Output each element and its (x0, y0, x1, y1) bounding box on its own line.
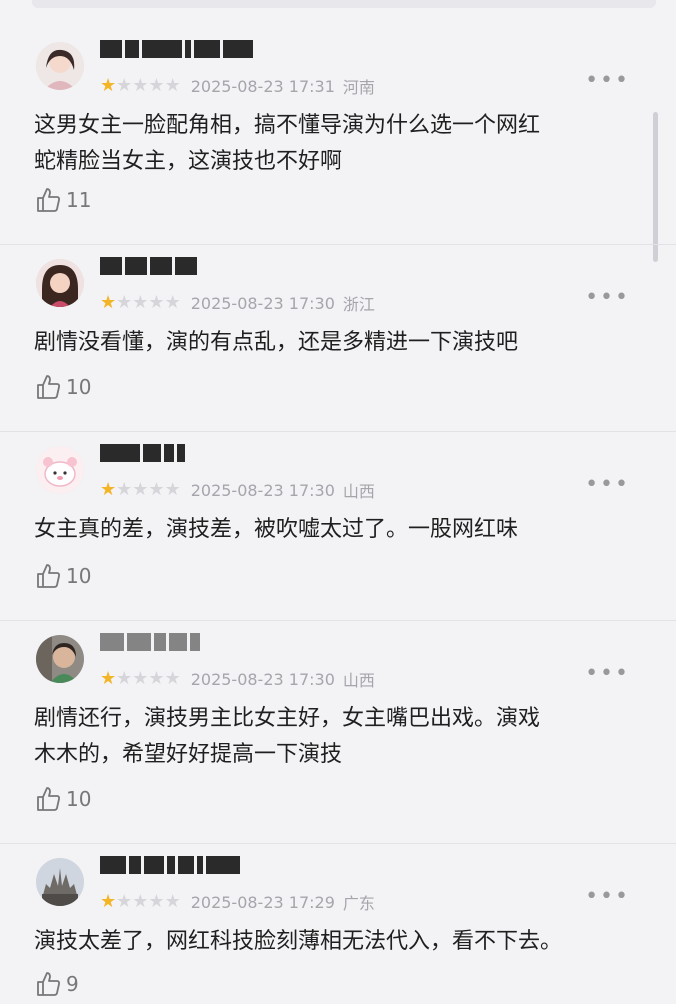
more-dots-icon[interactable]: ••• (585, 68, 630, 93)
rating-stars: ★ ★ ★ ★ ★ (100, 670, 181, 688)
more-dots-icon[interactable]: ••• (585, 884, 630, 909)
star-icon: ★ (116, 668, 133, 689)
like-count: 9 (66, 972, 79, 996)
username-redacted[interactable] (100, 856, 280, 878)
comment-meta: ★ ★ ★ ★ ★ 2025-08-23 17:29 广东 (100, 890, 375, 914)
more-dots-icon[interactable]: ••• (585, 285, 630, 310)
region: 山西 (342, 671, 375, 690)
star-icon: ★ (100, 75, 117, 96)
avatar[interactable] (36, 858, 84, 906)
star-icon: ★ (148, 891, 165, 912)
username-redacted[interactable] (100, 40, 280, 62)
comment-text-line: 剧情还行，演技男主比女主好，女主嘴巴出戏。演戏 (34, 706, 541, 731)
username-redacted[interactable] (100, 257, 280, 279)
comment-text: 这男女主一脸配角相，搞不懂导演为什么选一个网红 蛇精脸当女主，这演技也不好啊 (34, 108, 644, 180)
star-icon: ★ (148, 292, 165, 313)
like-button[interactable]: 10 (34, 562, 91, 590)
timestamp: 2025-08-23 17:30 (190, 480, 335, 500)
star-icon: ★ (148, 75, 165, 96)
top-bar (32, 0, 656, 8)
star-icon: ★ (164, 479, 181, 500)
comment-text-line: 这男女主一脸配角相，搞不懂导演为什么选一个网红 (34, 113, 541, 138)
region: 广东 (342, 894, 375, 913)
star-icon: ★ (100, 891, 117, 912)
thumbs-up-icon (37, 188, 60, 212)
star-icon: ★ (100, 479, 117, 500)
star-icon: ★ (132, 75, 149, 96)
username-redacted[interactable] (100, 444, 280, 466)
rating-stars: ★ ★ ★ ★ ★ (100, 77, 181, 95)
comment-meta: ★ ★ ★ ★ ★ 2025-08-23 17:30 山西 (100, 667, 375, 691)
star-icon: ★ (116, 292, 133, 313)
avatar[interactable] (36, 42, 84, 90)
thumbs-up-icon (37, 787, 60, 811)
comment-meta: ★ ★ ★ ★ ★ 2025-08-23 17:30 浙江 (100, 291, 375, 315)
timestamp: 2025-08-23 17:30 (190, 669, 335, 689)
like-button[interactable]: 11 (34, 186, 91, 214)
thumbs-up-icon (37, 972, 60, 996)
star-icon: ★ (100, 668, 117, 689)
star-icon: ★ (132, 668, 149, 689)
rating-stars: ★ ★ ★ ★ ★ (100, 481, 181, 499)
comment-text-line: 演技太差了，网红科技脸刻薄相无法代入，看不下去。 (34, 929, 563, 954)
star-icon: ★ (132, 292, 149, 313)
comment-text: 演技太差了，网红科技脸刻薄相无法代入，看不下去。 (34, 924, 644, 960)
star-icon: ★ (116, 891, 133, 912)
username-redacted[interactable] (100, 633, 280, 655)
comment-text-line: 剧情没看懂，演的有点乱，还是多精进一下演技吧 (34, 330, 519, 355)
like-count: 10 (66, 375, 92, 399)
star-icon: ★ (116, 479, 133, 500)
region: 浙江 (342, 295, 375, 314)
rating-stars: ★ ★ ★ ★ ★ (100, 294, 181, 312)
like-count: 11 (66, 188, 92, 212)
region: 河南 (342, 78, 375, 97)
thumbs-up-icon (37, 375, 60, 399)
star-icon: ★ (164, 75, 181, 96)
star-icon: ★ (148, 479, 165, 500)
like-count: 10 (66, 787, 92, 811)
like-button[interactable]: 10 (34, 785, 91, 813)
timestamp: 2025-08-23 17:29 (190, 892, 335, 912)
star-icon: ★ (164, 891, 181, 912)
comment-item: ★ ★ ★ ★ ★ 2025-08-23 17:31 河南 ••• 这男女主一脸配角相，… (0, 28, 676, 245)
comment-item: ★ ★ ★ ★ ★ 2025-08-23 17:30 山西 ••• 女主真的差，演技差，… (0, 432, 676, 621)
more-dots-icon[interactable]: ••• (585, 472, 630, 497)
timestamp: 2025-08-23 17:30 (190, 293, 335, 313)
star-icon: ★ (132, 891, 149, 912)
comment-item: ★ ★ ★ ★ ★ 2025-08-23 17:29 广东 ••• 演技太差了，网红科技… (0, 844, 676, 1004)
avatar[interactable] (36, 259, 84, 307)
comment-text: 剧情还行，演技男主比女主好，女主嘴巴出戏。演戏 木木的，希望好好提高一下演技 (34, 701, 644, 773)
comment-meta: ★ ★ ★ ★ ★ 2025-08-23 17:31 河南 (100, 74, 375, 98)
star-icon: ★ (116, 75, 133, 96)
comment-meta: ★ ★ ★ ★ ★ 2025-08-23 17:30 山西 (100, 478, 375, 502)
rating-stars: ★ ★ ★ ★ ★ (100, 893, 181, 911)
comment-item: ★ ★ ★ ★ ★ 2025-08-23 17:30 浙江 ••• 剧情没看懂，演的有点… (0, 245, 676, 432)
star-icon: ★ (164, 292, 181, 313)
star-icon: ★ (148, 668, 165, 689)
star-icon: ★ (164, 668, 181, 689)
star-icon: ★ (132, 479, 149, 500)
comment-text-line: 女主真的差，演技差，被吹嘘太过了。一股网红味 (34, 517, 519, 542)
like-count: 10 (66, 564, 92, 588)
timestamp: 2025-08-23 17:31 (190, 76, 335, 96)
like-button[interactable]: 9 (34, 970, 79, 998)
region: 山西 (342, 482, 375, 501)
comment-text-line: 蛇精脸当女主，这演技也不好啊 (34, 149, 343, 174)
comment-list: ★ ★ ★ ★ ★ 2025-08-23 17:31 河南 ••• 这男女主一脸配角相，… (0, 28, 676, 1004)
avatar[interactable] (36, 635, 84, 683)
comment-text: 女主真的差，演技差，被吹嘘太过了。一股网红味 (34, 512, 644, 548)
avatar[interactable] (36, 446, 84, 494)
comment-text: 剧情没看懂，演的有点乱，还是多精进一下演技吧 (34, 325, 644, 361)
comment-text-line: 木木的，希望好好提高一下演技 (34, 742, 343, 767)
like-button[interactable]: 10 (34, 373, 91, 401)
comment-item: ★ ★ ★ ★ ★ 2025-08-23 17:30 山西 ••• 剧情还行，演技男主比… (0, 621, 676, 844)
thumbs-up-icon (37, 564, 60, 588)
star-icon: ★ (100, 292, 117, 313)
more-dots-icon[interactable]: ••• (585, 661, 630, 686)
